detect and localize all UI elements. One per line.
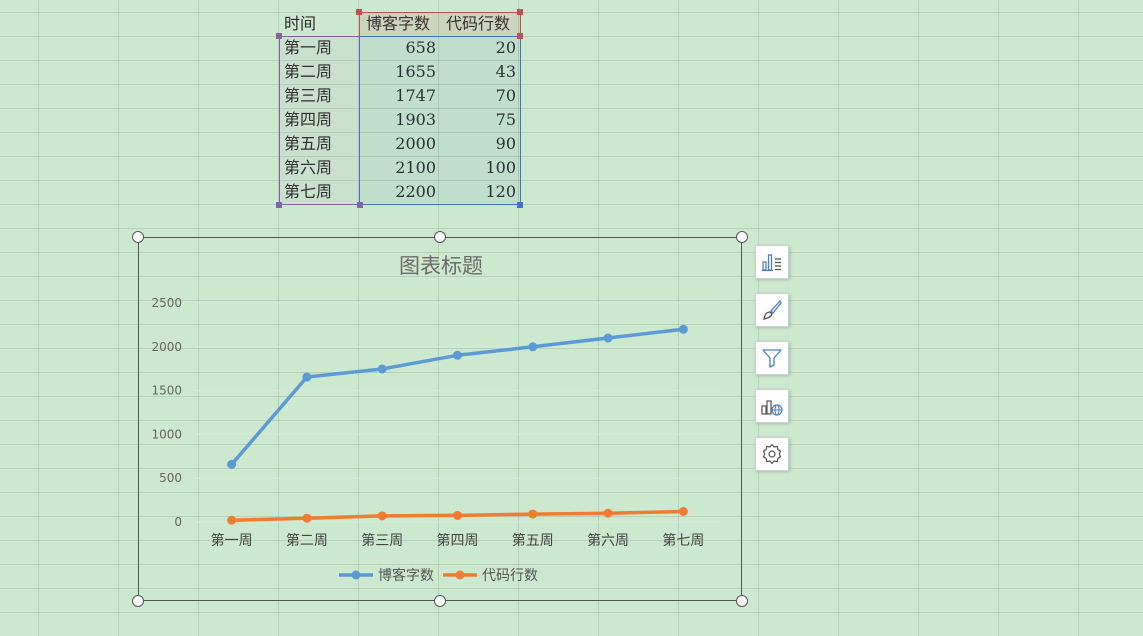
cell[interactable]: 第五周 xyxy=(278,132,360,156)
y-tick-label: 2000 xyxy=(151,340,182,354)
data-point[interactable] xyxy=(227,515,237,525)
cell[interactable]: 75 xyxy=(440,108,520,132)
data-point[interactable] xyxy=(603,508,613,518)
range-resize-handle[interactable] xyxy=(517,202,523,208)
data-point[interactable] xyxy=(377,511,387,521)
data-point[interactable] xyxy=(453,510,462,520)
cell[interactable]: 第一周 xyxy=(278,36,360,60)
x-tick-label: 第二周 xyxy=(286,532,328,549)
chart-title[interactable]: 图表标题 xyxy=(399,254,483,278)
chart-resize-handle-top[interactable] xyxy=(434,231,446,243)
cell[interactable]: 第四周 xyxy=(278,108,360,132)
range-resize-handle[interactable] xyxy=(276,33,282,39)
header-cell-blog-words[interactable]: 博客字数 xyxy=(360,12,440,36)
series-layer xyxy=(227,324,688,525)
cell[interactable]: 43 xyxy=(440,60,520,84)
x-axis-ticks: 第一周 第二周 第三周 第四周 第五周 第六周 第七周 xyxy=(211,532,705,549)
cell[interactable]: 1747 xyxy=(360,84,440,108)
x-tick-label: 第四周 xyxy=(437,532,479,549)
range-resize-handle[interactable] xyxy=(356,9,362,15)
table-row: 第三周 1747 70 xyxy=(278,84,520,108)
x-tick-label: 第五周 xyxy=(512,532,554,549)
table-header-row: 时间 博客字数 代码行数 xyxy=(278,12,520,36)
header-cell-code-lines[interactable]: 代码行数 xyxy=(440,12,520,36)
cell[interactable]: 100 xyxy=(440,156,520,180)
y-tick-label: 1500 xyxy=(151,384,182,398)
chart-filter-icon xyxy=(762,349,782,368)
cell[interactable]: 90 xyxy=(440,132,520,156)
cell[interactable]: 第七周 xyxy=(278,180,360,204)
y-tick-label: 2500 xyxy=(151,296,182,310)
data-point[interactable] xyxy=(302,372,312,382)
range-resize-handle[interactable] xyxy=(357,202,363,208)
range-resize-handle[interactable] xyxy=(517,33,523,39)
chart-resize-handle-bottom-left[interactable] xyxy=(132,595,144,607)
table-row: 第一周 658 20 xyxy=(278,36,520,60)
legend-label: 博客字数 xyxy=(378,567,434,584)
chart-resize-handle-bottom[interactable] xyxy=(434,595,446,607)
chart-style-brush-icon xyxy=(763,299,782,320)
chart-resize-handle-top-left[interactable] xyxy=(132,231,144,243)
x-tick-label: 第六周 xyxy=(587,532,629,549)
x-tick-label: 第一周 xyxy=(211,532,253,549)
chart-resize-handle-bottom-right[interactable] xyxy=(736,595,748,607)
range-resize-handle[interactable] xyxy=(276,202,282,208)
cell[interactable]: 2200 xyxy=(360,180,440,204)
table-row: 第七周 2200 120 xyxy=(278,180,520,204)
x-tick-label: 第七周 xyxy=(662,532,704,549)
chart-filter-button[interactable] xyxy=(755,341,789,375)
cell[interactable]: 20 xyxy=(440,36,520,60)
legend-marker xyxy=(351,570,361,580)
line-chart: 图表标题 0 500 1000 1500 2000 2500 第一周 第二周 第三周 第四周 第五… xyxy=(151,254,721,584)
data-point[interactable] xyxy=(603,333,613,343)
cell[interactable]: 658 xyxy=(360,36,440,60)
cell[interactable]: 第六周 xyxy=(278,156,360,180)
cell[interactable]: 2100 xyxy=(360,156,440,180)
legend-label: 代码行数 xyxy=(482,568,538,584)
legend-marker xyxy=(455,570,465,580)
chart-object[interactable]: 图表标题 0 500 1000 1500 2000 2500 第一周 第二周 第三周 第四周 第五… xyxy=(138,237,742,601)
series-line[interactable] xyxy=(229,327,686,467)
data-point[interactable] xyxy=(302,513,312,523)
chart-settings-button[interactable] xyxy=(755,437,789,471)
data-point[interactable] xyxy=(678,324,688,334)
data-table: 时间 博客字数 代码行数 第一周 658 20 第二周 1655 43 第三周 … xyxy=(278,12,520,204)
chart-elements-icon xyxy=(762,254,781,272)
cell[interactable]: 第二周 xyxy=(278,60,360,84)
legend[interactable]: 博客字数 代码行数 xyxy=(339,567,538,584)
chart-settings-gear-icon xyxy=(762,443,782,465)
cell[interactable]: 2000 xyxy=(360,132,440,156)
cell[interactable]: 1903 xyxy=(360,108,440,132)
cell[interactable]: 第三周 xyxy=(278,84,360,108)
y-tick-label: 0 xyxy=(174,515,182,529)
chart-elements-button[interactable] xyxy=(755,245,789,279)
x-tick-label: 第三周 xyxy=(361,532,403,549)
range-resize-handle[interactable] xyxy=(517,9,523,15)
table-row: 第六周 2100 100 xyxy=(278,156,520,180)
chart-resize-handle-top-right[interactable] xyxy=(736,231,748,243)
data-point[interactable] xyxy=(528,509,538,519)
cell[interactable]: 120 xyxy=(440,180,520,204)
data-point[interactable] xyxy=(528,342,538,352)
data-point[interactable] xyxy=(678,506,688,516)
chart-style-button[interactable] xyxy=(755,293,789,327)
y-axis-ticks: 0 500 1000 1500 2000 2500 xyxy=(151,296,182,529)
data-point[interactable] xyxy=(227,459,237,469)
cell[interactable]: 70 xyxy=(440,84,520,108)
table-row: 第四周 1903 75 xyxy=(278,108,520,132)
online-chart-button[interactable] xyxy=(755,389,789,423)
table-row: 第二周 1655 43 xyxy=(278,60,520,84)
y-tick-label: 1000 xyxy=(151,427,182,441)
online-chart-icon xyxy=(761,400,783,416)
header-cell-time[interactable]: 时间 xyxy=(278,12,360,36)
y-tick-label: 500 xyxy=(159,471,182,485)
cell[interactable]: 1655 xyxy=(360,60,440,84)
data-point[interactable] xyxy=(453,350,462,360)
data-point[interactable] xyxy=(377,364,387,374)
table-row: 第五周 2000 90 xyxy=(278,132,520,156)
